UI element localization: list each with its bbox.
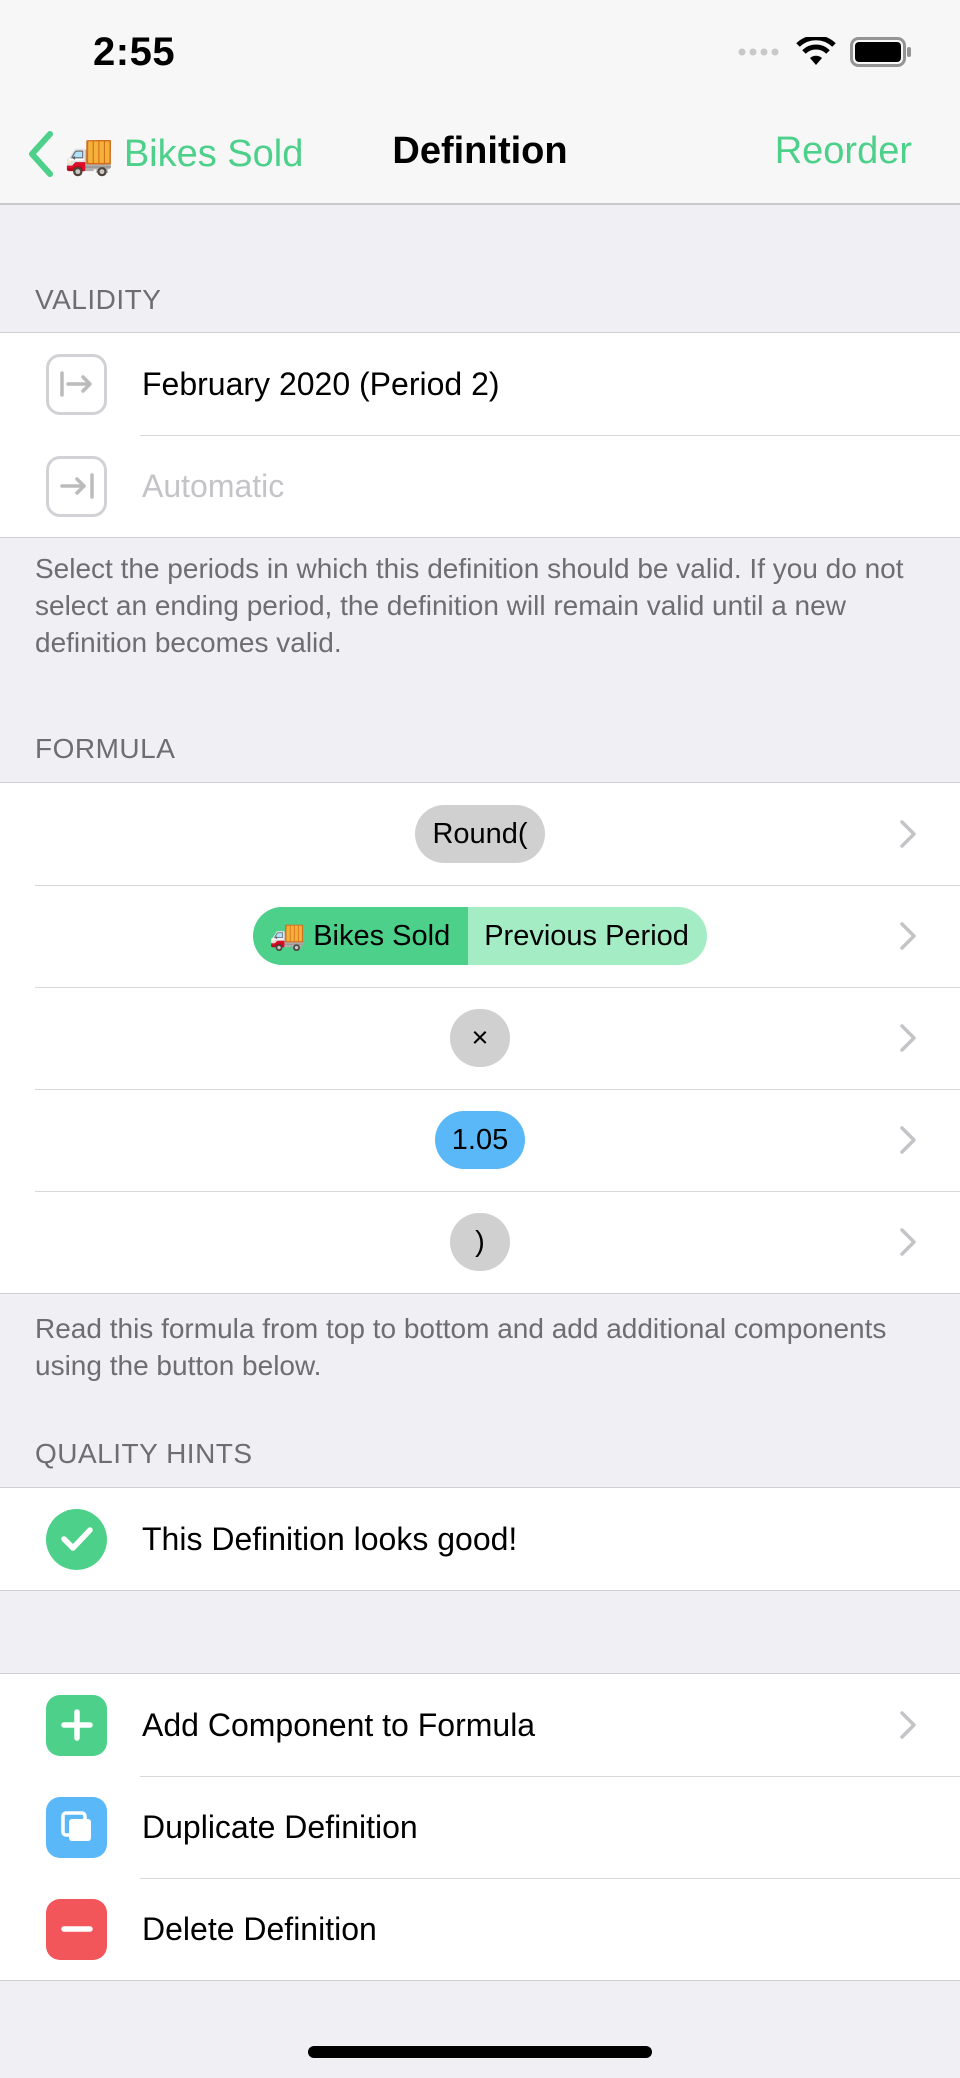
formula-variable-pill: 🚚 Bikes Sold Previous Period bbox=[253, 907, 707, 965]
status-bar: 2:55 bbox=[0, 0, 960, 100]
validity-header: VALIDITY bbox=[35, 284, 162, 315]
validity-group: February 2020 (Period 2) Automatic bbox=[0, 332, 960, 538]
reorder-button[interactable]: Reorder bbox=[775, 130, 912, 173]
formula-footer: Read this formula from top to bottom and… bbox=[35, 1313, 887, 1381]
plus-icon bbox=[46, 1694, 107, 1756]
formula-function-pill: Round( bbox=[415, 805, 545, 863]
minus-icon bbox=[46, 1898, 107, 1960]
quality-header: QUALITY HINTS bbox=[35, 1438, 253, 1469]
chevron-right-icon bbox=[900, 1024, 916, 1052]
variable-name: Bikes Sold bbox=[313, 919, 451, 952]
formula-row[interactable]: 🚚 Bikes Sold Previous Period bbox=[0, 885, 960, 987]
validity-start-row[interactable]: February 2020 (Period 2) bbox=[0, 333, 960, 435]
delete-definition-label: Delete Definition bbox=[142, 1910, 377, 1947]
duplicate-definition-label: Duplicate Definition bbox=[142, 1808, 418, 1845]
checkmark-icon bbox=[46, 1508, 107, 1570]
status-time: 2:55 bbox=[93, 30, 176, 74]
quality-hint-row: This Definition looks good! bbox=[0, 1488, 960, 1590]
add-component-label: Add Component to Formula bbox=[142, 1706, 536, 1743]
delete-definition-button[interactable]: Delete Definition bbox=[0, 1878, 960, 1980]
formula-header: FORMULA bbox=[35, 733, 176, 764]
chevron-right-icon bbox=[900, 1126, 916, 1154]
truck-emoji-icon: 🚚 bbox=[269, 920, 306, 952]
quality-hint-text: This Definition looks good! bbox=[142, 1520, 518, 1557]
variable-modifier: Previous Period bbox=[484, 919, 689, 952]
chevron-right-icon bbox=[900, 1711, 916, 1739]
formula-number-pill: 1.05 bbox=[434, 1111, 526, 1169]
duplicate-icon bbox=[46, 1796, 107, 1858]
period-end-icon bbox=[46, 455, 107, 517]
formula-row[interactable]: ) bbox=[0, 1191, 960, 1293]
cellular-signal-icon bbox=[738, 48, 779, 56]
chevron-right-icon bbox=[900, 820, 916, 848]
formula-group: Round( 🚚 Bikes Sold Previous Period × 1.… bbox=[0, 782, 960, 1294]
chevron-right-icon bbox=[900, 922, 916, 950]
home-indicator[interactable] bbox=[308, 2046, 652, 2058]
formula-operator-pill: × bbox=[450, 1009, 510, 1067]
period-start-icon bbox=[46, 353, 107, 415]
validity-start-value: February 2020 (Period 2) bbox=[142, 365, 500, 402]
status-icons bbox=[738, 34, 912, 70]
actions-group: Add Component to Formula Duplicate Defin… bbox=[0, 1673, 960, 1981]
wifi-icon bbox=[796, 37, 836, 65]
validity-end-placeholder: Automatic bbox=[142, 467, 285, 504]
navigation-bar: 🚚 Bikes Sold Definition Reorder bbox=[0, 100, 960, 205]
formula-row[interactable]: × bbox=[0, 987, 960, 1089]
add-component-button[interactable]: Add Component to Formula bbox=[0, 1674, 960, 1776]
validity-footer: Select the periods in which this definit… bbox=[35, 553, 904, 658]
duplicate-definition-button[interactable]: Duplicate Definition bbox=[0, 1776, 960, 1878]
formula-row[interactable]: 1.05 bbox=[0, 1089, 960, 1191]
validity-end-row[interactable]: Automatic bbox=[0, 435, 960, 537]
chevron-right-icon bbox=[900, 1228, 916, 1256]
formula-row[interactable]: Round( bbox=[0, 783, 960, 885]
battery-icon bbox=[850, 37, 911, 67]
quality-group: This Definition looks good! bbox=[0, 1487, 960, 1591]
formula-closing-pill: ) bbox=[450, 1213, 510, 1271]
